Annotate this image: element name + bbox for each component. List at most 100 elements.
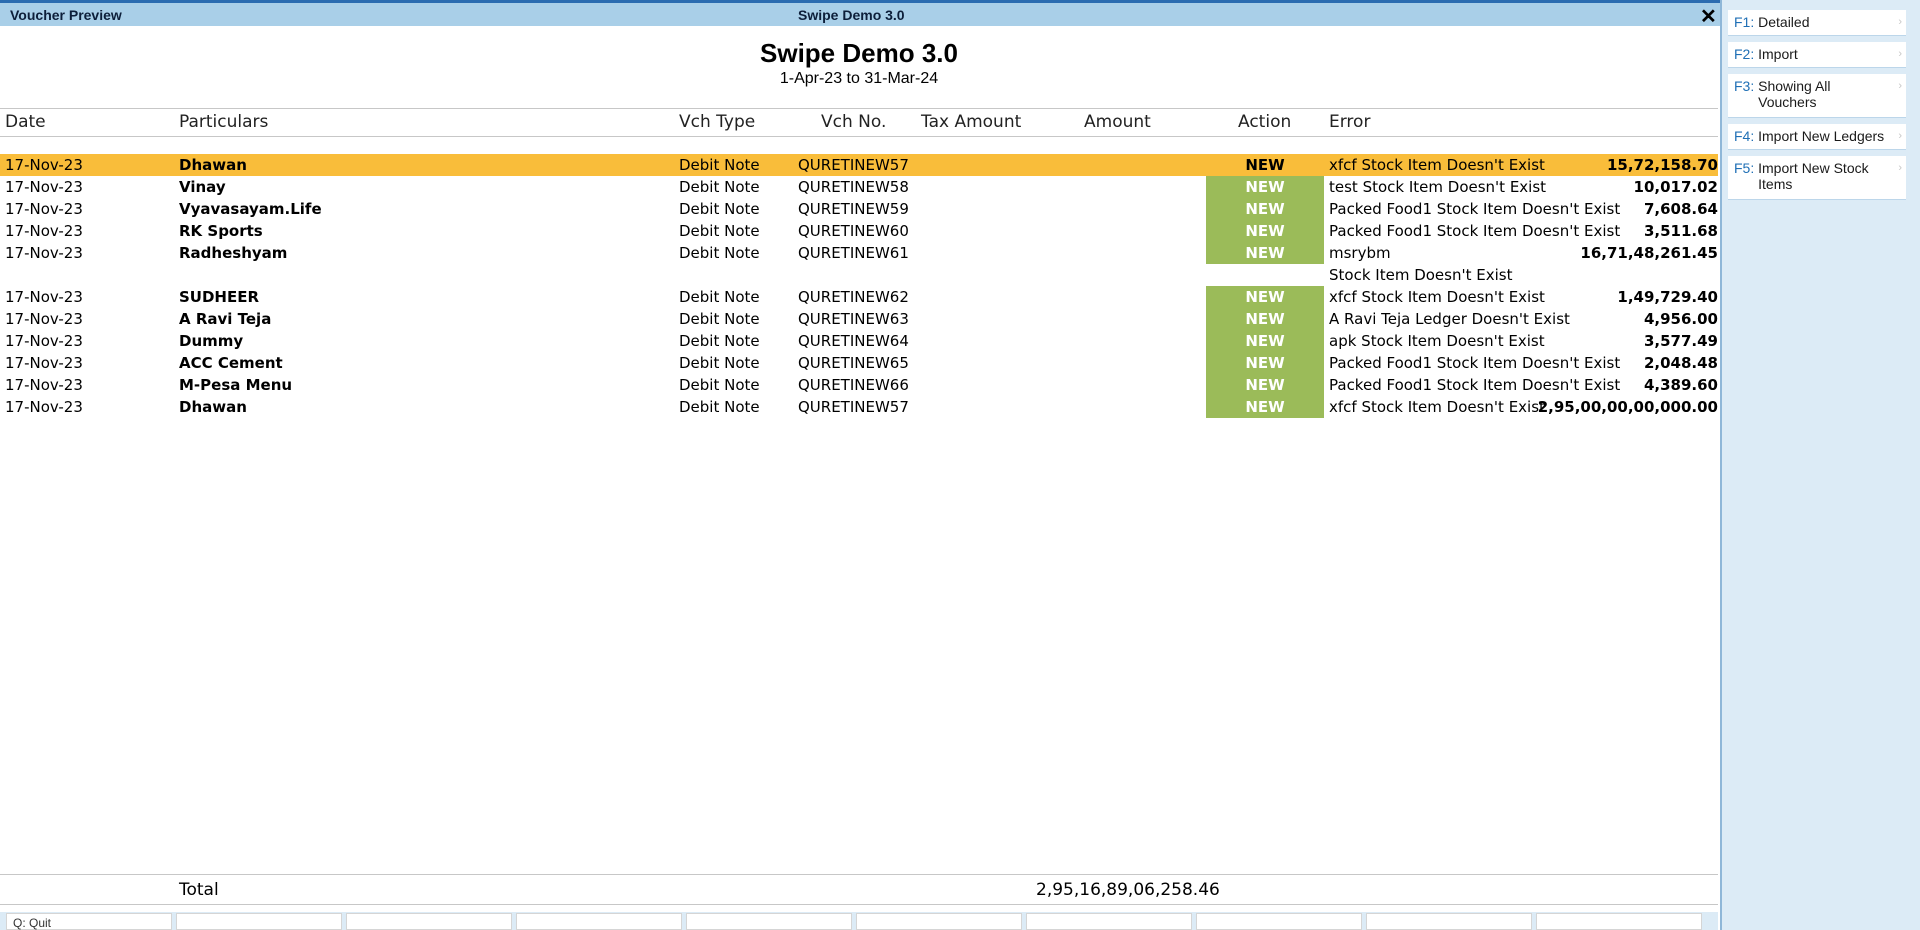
table-row[interactable]: 17-Nov-23 A Ravi Teja Debit Note QURETIN… — [0, 308, 1718, 330]
column-header-action: Action — [1238, 112, 1292, 132]
bottom-button-slot[interactable] — [686, 913, 852, 930]
row-action-badge: NEW — [1206, 220, 1324, 242]
column-header-date: Date — [5, 112, 46, 132]
bottom-button-slot[interactable] — [1536, 913, 1702, 930]
row-date: 17-Nov-23 — [5, 244, 83, 262]
shortcut-key: F2: — [1734, 46, 1755, 62]
row-error: Packed Food1 Stock Item Doesn't Exist — [1329, 354, 1621, 372]
total-divider — [0, 874, 1718, 875]
row-date: 17-Nov-23 — [5, 156, 83, 174]
row-action-badge: NEW — [1206, 176, 1324, 198]
shortcut-key: F5: — [1734, 160, 1755, 176]
row-action-badge: NEW — [1206, 308, 1324, 330]
row-date: 17-Nov-23 — [5, 222, 83, 240]
row-error: apk Stock Item Doesn't Exist — [1329, 332, 1545, 350]
row-action-badge: NEW — [1206, 396, 1324, 418]
button-label: Showing All Vouchers — [1758, 78, 1831, 110]
table-row[interactable]: 17-Nov-23 Radheshyam Debit Note QURETINE… — [0, 242, 1718, 286]
row-particulars: Dhawan — [179, 398, 247, 416]
row-particulars: M-Pesa Menu — [179, 376, 293, 394]
row-error: test Stock Item Doesn't Exist — [1329, 178, 1547, 196]
table-row[interactable]: 17-Nov-23 Vyavasayam.Life Debit Note QUR… — [0, 198, 1718, 220]
bottom-button-slot[interactable] — [1366, 913, 1532, 930]
report-title: Swipe Demo 3.0 — [760, 38, 958, 68]
bottom-button-slot[interactable] — [1196, 913, 1362, 930]
report-period: 1-Apr-23 to 31-Mar-24 — [779, 70, 939, 87]
total-amount: 2,95,16,89,06,258.46 — [1036, 880, 1220, 900]
showing-all-vouchers-button[interactable]: F3: Showing All Vouchers › — [1728, 74, 1906, 118]
button-label: Import New Stock Items — [1758, 160, 1869, 192]
bottom-button-slot[interactable] — [516, 913, 682, 930]
shortcut-key: F1: — [1734, 14, 1755, 30]
import-new-ledgers-button[interactable]: F4: Import New Ledgers › — [1728, 124, 1906, 150]
column-header-amount: Amount — [1084, 112, 1151, 132]
row-action-badge: NEW — [1206, 286, 1324, 308]
report-area: Swipe Demo 3.0 1-Apr-23 to 31-Mar-24 Dat… — [0, 26, 1718, 930]
button-label: Import New Ledgers — [1758, 128, 1885, 144]
button-label: Import — [1758, 46, 1798, 62]
window-title: Voucher Preview — [10, 7, 122, 23]
bottom-button-slot[interactable] — [1026, 913, 1192, 930]
row-date: 17-Nov-23 — [5, 200, 83, 218]
row-error: msrybm — [1329, 244, 1391, 262]
chevron-right-icon: › — [1898, 130, 1902, 142]
row-action-badge: NEW — [1206, 198, 1324, 220]
title-bar: Voucher Preview Swipe Demo 3.0 ✕ — [0, 0, 1720, 28]
row-error: A Ravi Teja Ledger Doesn't Exist — [1329, 310, 1570, 328]
detailed-button[interactable]: F1: Detailed › — [1728, 10, 1906, 36]
header-divider-top — [0, 108, 1718, 109]
company-title: Swipe Demo 3.0 — [798, 7, 905, 23]
bottom-button-slot[interactable] — [346, 913, 512, 930]
table-row[interactable]: 17-Nov-23 SUDHEER Debit Note QURETINEW62… — [0, 286, 1718, 308]
row-action-badge: NEW — [1206, 374, 1324, 396]
table-row[interactable]: 17-Nov-23 Dummy Debit Note QURETINEW64 3… — [0, 330, 1718, 352]
header-divider-bottom — [0, 136, 1718, 137]
chevron-right-icon: › — [1898, 16, 1902, 28]
table-row[interactable]: 17-Nov-23 Vinay Debit Note QURETINEW58 1… — [0, 176, 1718, 198]
row-date: 17-Nov-23 — [5, 310, 83, 328]
table-row[interactable]: 17-Nov-23 RK Sports Debit Note QURETINEW… — [0, 220, 1718, 242]
chevron-right-icon: › — [1898, 162, 1902, 174]
row-particulars: Dummy — [179, 332, 244, 350]
row-error: xfcf Stock Item Doesn't Exist — [1329, 398, 1545, 416]
row-date: 17-Nov-23 — [5, 376, 83, 394]
row-error: xfcf Stock Item Doesn't Exist — [1329, 288, 1545, 306]
table-row[interactable]: 17-Nov-23 ACC Cement Debit Note QURETINE… — [0, 352, 1718, 374]
chevron-right-icon: › — [1898, 48, 1902, 60]
column-header-particulars: Particulars — [179, 112, 269, 132]
total-divider-bottom — [0, 904, 1718, 905]
import-button[interactable]: F2: Import › — [1728, 42, 1906, 68]
import-new-stock-items-button[interactable]: F5: Import New Stock Items › — [1728, 156, 1906, 200]
row-particulars: Vinay — [179, 178, 226, 196]
row-particulars: Dhawan — [179, 156, 247, 174]
row-error-continued: Stock Item Doesn't Exist — [1329, 266, 1513, 284]
row-particulars: RK Sports — [179, 222, 263, 240]
row-particulars: ACC Cement — [179, 354, 283, 372]
row-action-badge: NEW — [1206, 352, 1324, 374]
bottom-button-bar: Q: Quit — [0, 912, 1718, 930]
shortcut-key: F3: — [1734, 78, 1755, 94]
row-error: Packed Food1 Stock Item Doesn't Exist — [1329, 200, 1621, 218]
row-date: 17-Nov-23 — [5, 332, 83, 350]
row-particulars: Radheshyam — [179, 244, 288, 262]
row-action-badge: NEW — [1206, 330, 1324, 352]
bottom-button-slot[interactable] — [176, 913, 342, 930]
row-particulars: SUDHEER — [179, 288, 260, 306]
row-action-badge: NEW — [1245, 156, 1285, 174]
bottom-button-slot[interactable] — [856, 913, 1022, 930]
table-row[interactable]: 17-Nov-23 Dhawan Debit Note QURETINEW57 … — [0, 396, 1718, 418]
row-amount: 16,71,48,261.45 — [1580, 244, 1718, 262]
table-row[interactable]: 17-Nov-23 M-Pesa Menu Debit Note QURETIN… — [0, 374, 1718, 396]
row-date: 17-Nov-23 — [5, 354, 83, 372]
row-particulars: A Ravi Teja — [179, 310, 272, 328]
row-date: 17-Nov-23 — [5, 178, 83, 196]
table-row[interactable]: 17-Nov-23 Dhawan Debit Note QURETINEW57 … — [0, 154, 1718, 176]
quit-button[interactable]: Q: Quit — [6, 913, 172, 930]
row-date: 17-Nov-23 — [5, 288, 83, 306]
column-header-error: Error — [1329, 112, 1371, 132]
column-header-vch-type: Vch Type — [679, 112, 756, 132]
row-error: xfcf Stock Item Doesn't Exist — [1329, 156, 1545, 174]
row-date: 17-Nov-23 — [5, 398, 83, 416]
shortcut-key: F4: — [1734, 128, 1755, 144]
row-particulars: Vyavasayam.Life — [179, 200, 322, 218]
